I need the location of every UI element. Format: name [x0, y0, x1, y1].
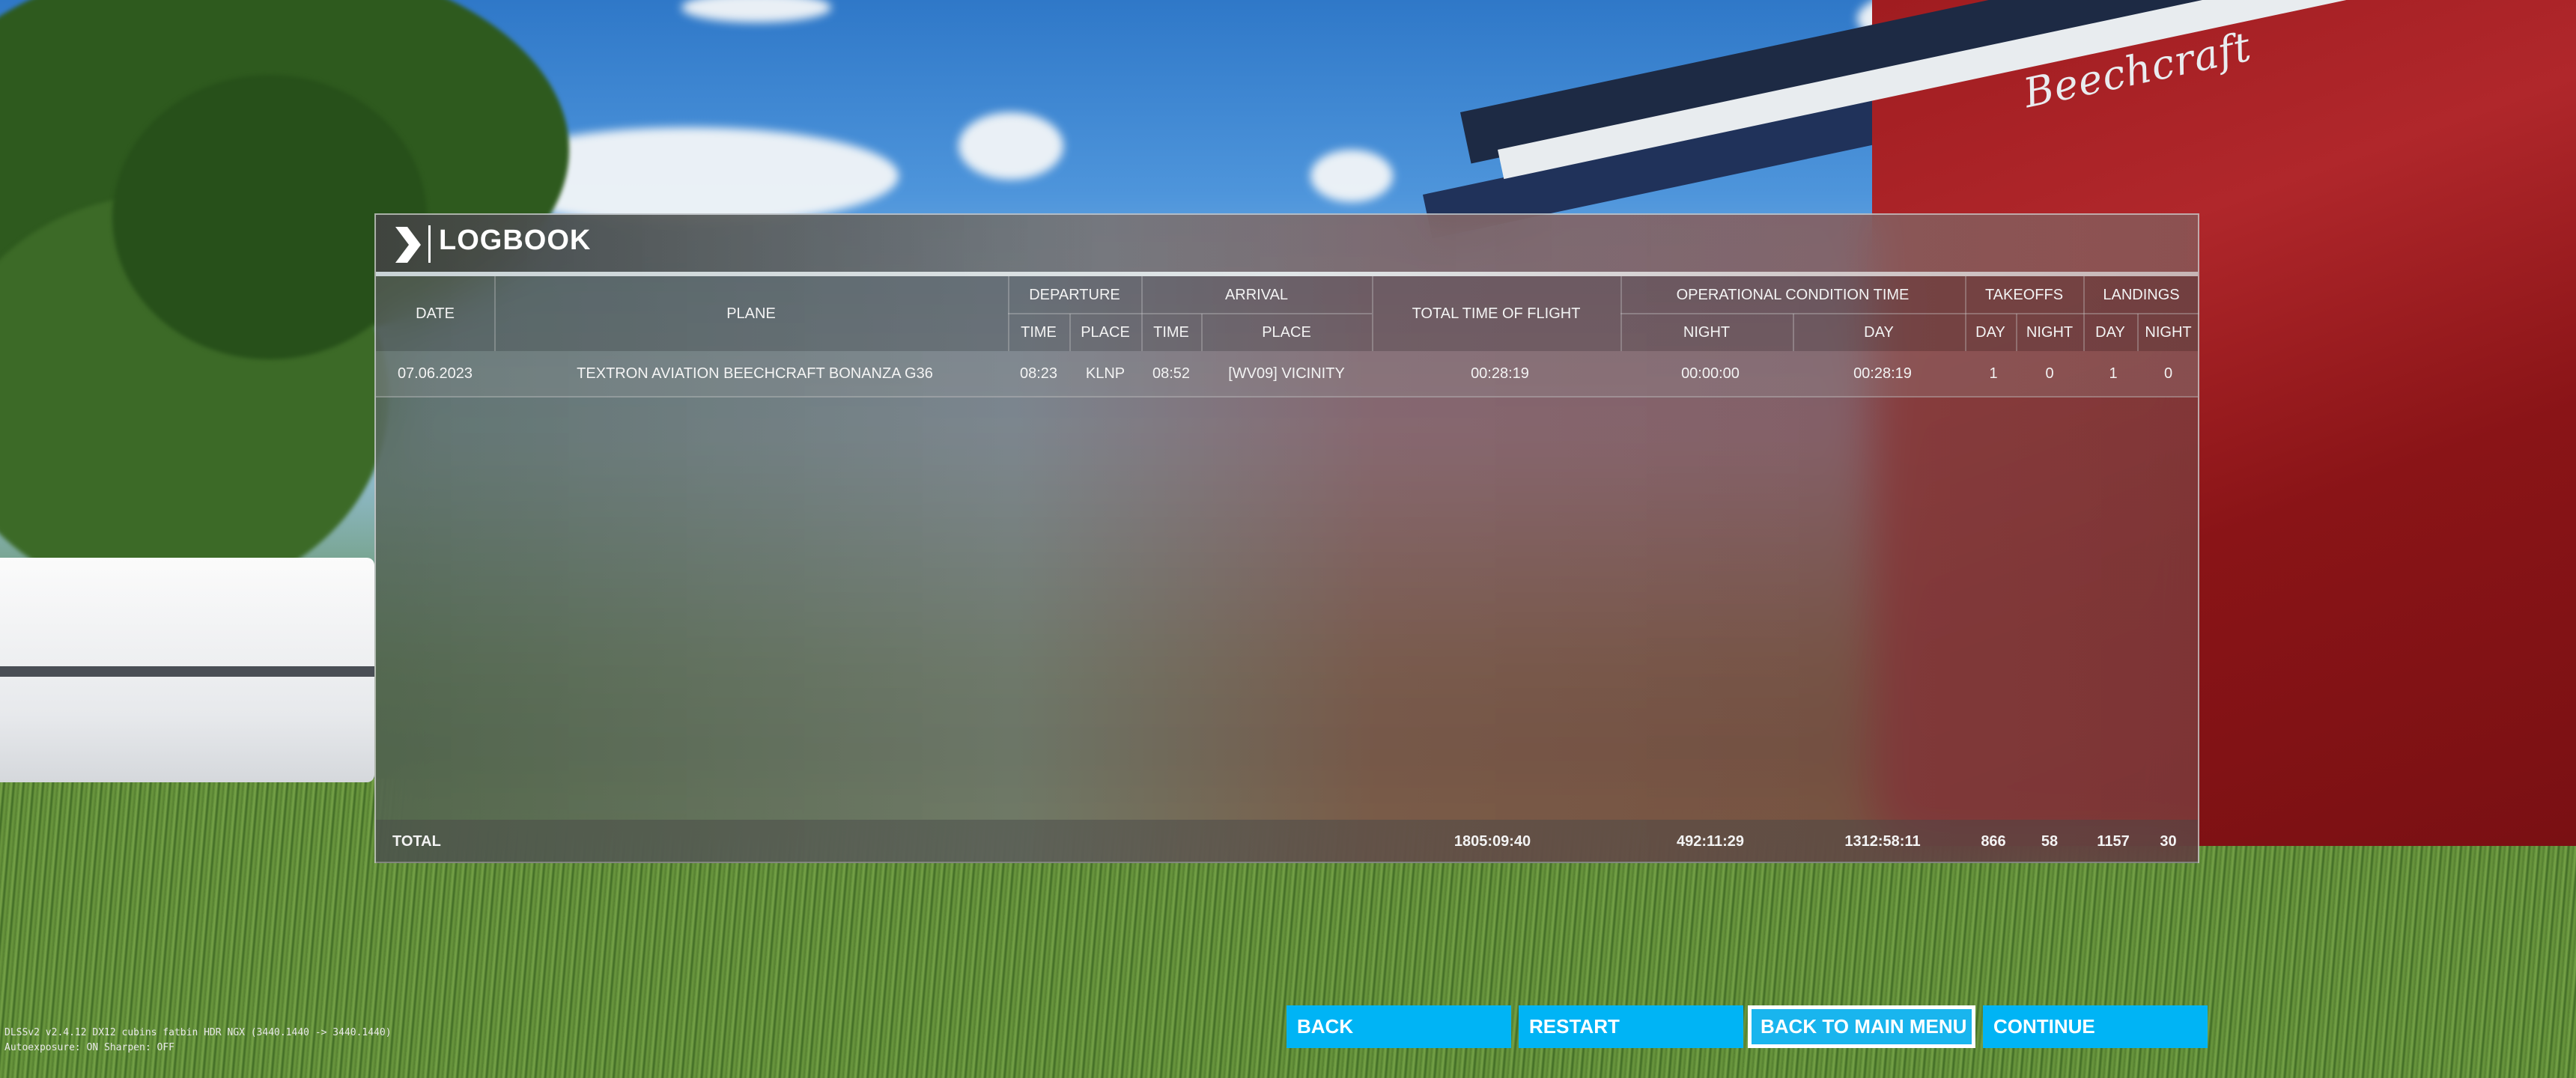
col-header-arrival: ARRIVAL	[1224, 286, 1289, 303]
back-button[interactable]: BACK	[1287, 1005, 1511, 1048]
logbook-panel: LOGBOOK DATE PLANE DEPARTURE ARRIVAL TOT…	[374, 213, 2199, 863]
col-header-arrival-place: PLACE	[1262, 323, 1311, 341]
cell-departure-place: KLNP	[1085, 365, 1126, 382]
debug-info-line-2: Autoexposure: ON Sharpen: OFF	[4, 1042, 174, 1053]
col-header-operational-time: OPERATIONAL CONDITION TIME	[1676, 286, 1910, 303]
cell-total-time: 00:28:19	[1471, 365, 1529, 382]
cell-op-day: 00:28:19	[1853, 365, 1912, 382]
total-takeoffs-night: 58	[2041, 832, 2059, 850]
cell-arrival-time: 08:52	[1152, 365, 1191, 382]
total-landings-night: 30	[2160, 832, 2177, 850]
col-header-total-time: TOTAL TIME OF FLIGHT	[1412, 305, 1581, 322]
cell-departure-time: 08:23	[1019, 365, 1058, 382]
cell-date: 07.06.2023	[397, 365, 473, 382]
col-header-landings-night: NIGHT	[2145, 323, 2192, 341]
total-row: TOTAL 1805:09:40 492:11:29 1312:58:11 86…	[376, 820, 2198, 863]
cell-op-night: 00:00:00	[1681, 365, 1740, 382]
total-time: 1805:09:40	[1453, 832, 1531, 850]
total-op-day: 1312:58:11	[1844, 832, 1921, 850]
col-header-op-night: NIGHT	[1683, 323, 1731, 341]
cell-takeoffs-night: 0	[2045, 365, 2054, 382]
total-landings-day: 1157	[2097, 832, 2130, 850]
debug-info-line-1: DLSSv2 v2.4.12 DX12 cubins fatbin HDR NG…	[4, 1027, 392, 1038]
col-header-departure-place: PLACE	[1081, 323, 1130, 341]
col-header-landings: LANDINGS	[2103, 286, 2180, 303]
cell-plane: TEXTRON AVIATION BEECHCRAFT BONANZA G36	[577, 365, 933, 382]
col-header-landings-day: DAY	[2095, 323, 2125, 341]
chevron-right-icon	[395, 227, 421, 263]
col-header-departure: DEPARTURE	[1029, 286, 1120, 303]
col-header-date: DATE	[416, 305, 455, 322]
cell-takeoffs-day: 1	[1989, 365, 1998, 382]
continue-button[interactable]: CONTINUE	[1983, 1005, 2208, 1048]
col-header-arrival-time: TIME	[1153, 323, 1189, 341]
table-row[interactable]: 07.06.2023 TEXTRON AVIATION BEECHCRAFT B…	[376, 351, 2198, 398]
total-label: TOTAL	[392, 832, 441, 850]
col-header-takeoffs-day: DAY	[1975, 323, 2005, 341]
restart-button[interactable]: RESTART	[1519, 1005, 1743, 1048]
col-header-takeoffs-night: NIGHT	[2026, 323, 2074, 341]
total-op-night: 492:11:29	[1676, 832, 1745, 850]
logbook-header: LOGBOOK	[376, 215, 2198, 272]
page-title: LOGBOOK	[439, 225, 592, 256]
col-header-departure-time: TIME	[1021, 323, 1057, 341]
cell-landings-day: 1	[2109, 365, 2118, 382]
col-header-op-day: DAY	[1864, 323, 1894, 341]
cell-arrival-place: [WV09] VICINITY	[1228, 365, 1345, 382]
back-to-main-menu-button[interactable]: BACK TO MAIN MENU	[1748, 1005, 1975, 1048]
col-header-plane: PLANE	[726, 305, 776, 322]
col-header-takeoffs: TAKEOFFS	[1984, 286, 2064, 303]
cell-landings-night: 0	[2163, 365, 2173, 382]
total-takeoffs-day: 866	[1981, 832, 2006, 850]
